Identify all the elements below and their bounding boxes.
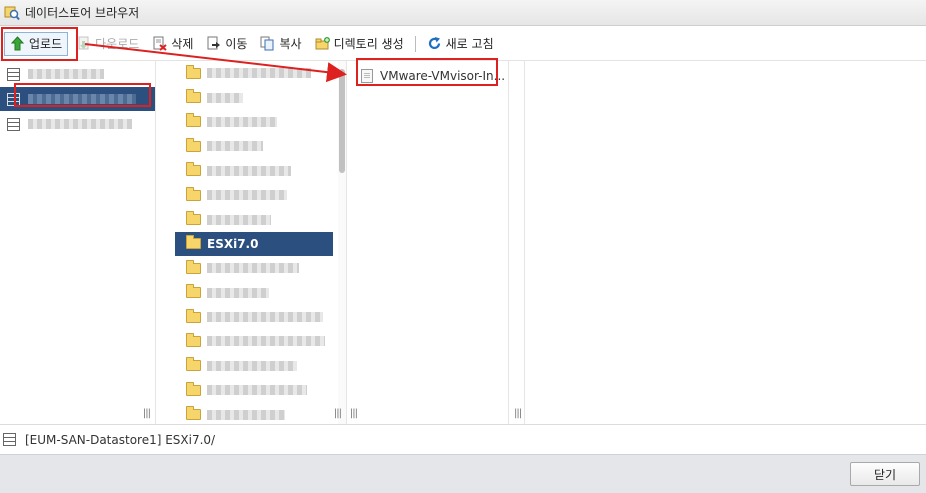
datastore-name-redacted bbox=[28, 94, 136, 104]
folder-icon bbox=[186, 235, 201, 250]
folder-icon bbox=[186, 211, 201, 226]
folder-icon bbox=[186, 284, 201, 299]
move-label: 이동 bbox=[225, 37, 248, 51]
folder-item[interactable] bbox=[175, 85, 333, 109]
folder-name-redacted bbox=[207, 116, 277, 127]
folder-item[interactable] bbox=[175, 110, 333, 134]
folder-name-redacted bbox=[207, 360, 297, 371]
upload-arrow-icon bbox=[10, 36, 25, 51]
folder-name-redacted bbox=[207, 68, 311, 79]
folder-list: ESXi7.0 bbox=[175, 61, 333, 424]
move-icon bbox=[206, 36, 221, 51]
folder-name-redacted bbox=[207, 312, 323, 323]
datastore-name-redacted bbox=[28, 119, 132, 129]
scrollbar-thumb[interactable] bbox=[339, 69, 345, 173]
folder-list-scrollbar[interactable] bbox=[338, 61, 346, 424]
status-bar: [EUM-SAN-Datastore1] ESXi7.0/ bbox=[0, 424, 926, 454]
delete-label: 삭제 bbox=[171, 37, 194, 51]
folder-item[interactable] bbox=[175, 354, 333, 378]
column-resize-grip[interactable]: ||| bbox=[334, 408, 342, 419]
download-button[interactable]: 다운로드 bbox=[71, 32, 144, 56]
refresh-icon bbox=[427, 36, 442, 51]
folder-icon bbox=[186, 259, 201, 274]
folder-name-redacted bbox=[207, 92, 243, 103]
folder-icon bbox=[186, 64, 201, 79]
download-icon bbox=[76, 36, 91, 51]
column-resize-grip[interactable]: ||| bbox=[350, 408, 358, 419]
copy-button[interactable]: 복사 bbox=[255, 32, 306, 56]
datastore-icon bbox=[7, 117, 20, 131]
folder-item[interactable] bbox=[175, 402, 333, 424]
folder-icon bbox=[186, 162, 201, 177]
dialog-footer: 닫기 bbox=[0, 454, 926, 493]
datastore-browser-icon bbox=[4, 5, 20, 21]
copy-icon bbox=[260, 36, 275, 51]
toolbar: 업로드 다운로드 삭제 이동 복사 디렉토리 생성 새로 고침 bbox=[0, 27, 926, 61]
folder-name-redacted bbox=[207, 385, 307, 396]
folder-item[interactable] bbox=[175, 183, 333, 207]
window-titlebar: 데이터스토어 브라우저 bbox=[0, 0, 926, 26]
folder-name-redacted bbox=[207, 214, 271, 225]
folder-name-redacted bbox=[207, 263, 299, 274]
folder-item[interactable] bbox=[175, 207, 333, 231]
folder-name-redacted bbox=[207, 287, 269, 298]
datastore-list: ||| bbox=[0, 61, 156, 424]
delete-button[interactable]: 삭제 bbox=[147, 32, 198, 56]
file-list-pane: VMware-VMvisor-In... ||| bbox=[348, 61, 509, 424]
column-resize-grip[interactable]: ||| bbox=[143, 408, 151, 419]
folder-item[interactable] bbox=[175, 378, 333, 402]
create-directory-button[interactable]: 디렉토리 생성 bbox=[310, 32, 409, 56]
datastore-name-redacted bbox=[28, 69, 104, 79]
refresh-label: 새로 고침 bbox=[445, 37, 494, 51]
upload-button[interactable]: 업로드 bbox=[4, 31, 69, 56]
download-label: 다운로드 bbox=[95, 37, 140, 51]
folder-icon bbox=[186, 113, 201, 128]
datastore-item[interactable] bbox=[0, 112, 155, 136]
folder-item[interactable] bbox=[175, 281, 333, 305]
datastore-icon bbox=[3, 433, 16, 446]
folder-icon bbox=[186, 137, 201, 152]
folder-item[interactable] bbox=[175, 61, 333, 85]
column-resize-grip[interactable]: ||| bbox=[514, 408, 522, 419]
datastore-item-selected[interactable] bbox=[0, 87, 155, 111]
datastore-icon bbox=[7, 92, 20, 106]
folder-icon bbox=[186, 406, 201, 421]
folder-icon bbox=[186, 381, 201, 396]
folder-icon bbox=[186, 89, 201, 104]
copy-label: 복사 bbox=[279, 37, 302, 51]
folder-icon bbox=[186, 332, 201, 347]
folder-item[interactable] bbox=[175, 134, 333, 158]
folder-name-redacted bbox=[207, 190, 287, 201]
folder-icon bbox=[186, 186, 201, 201]
file-name: VMware-VMvisor-In... bbox=[380, 69, 506, 83]
folder-item-selected[interactable]: ESXi7.0 bbox=[175, 231, 333, 257]
folder-name-redacted bbox=[207, 409, 285, 420]
folder-name-redacted bbox=[207, 141, 263, 152]
folder-item[interactable] bbox=[175, 159, 333, 183]
current-path: [EUM-SAN-Datastore1] ESXi7.0/ bbox=[25, 432, 216, 447]
folder-name: ESXi7.0 bbox=[207, 236, 259, 251]
folder-item[interactable] bbox=[175, 329, 333, 353]
folder-icon bbox=[186, 357, 201, 372]
folder-item[interactable] bbox=[175, 305, 333, 329]
datastore-item[interactable] bbox=[0, 62, 155, 86]
folder-name-redacted bbox=[207, 165, 291, 176]
folder-item[interactable] bbox=[175, 256, 333, 280]
empty-column-pane: ||| bbox=[510, 61, 525, 424]
file-item[interactable]: VMware-VMvisor-In... bbox=[358, 65, 505, 87]
delete-icon bbox=[152, 36, 167, 51]
upload-label: 업로드 bbox=[29, 37, 63, 51]
folder-list-pane: ESXi7.0 ||| bbox=[157, 61, 347, 424]
datastore-icon bbox=[7, 67, 20, 81]
file-icon bbox=[361, 69, 373, 83]
create-directory-label: 디렉토리 생성 bbox=[333, 37, 404, 51]
folder-name-redacted bbox=[207, 336, 325, 347]
refresh-button[interactable]: 새로 고침 bbox=[422, 32, 499, 56]
new-folder-icon bbox=[315, 36, 330, 51]
close-button[interactable]: 닫기 bbox=[850, 462, 920, 486]
move-button[interactable]: 이동 bbox=[201, 32, 252, 56]
folder-icon bbox=[186, 308, 201, 323]
toolbar-separator bbox=[414, 35, 416, 52]
window-title: 데이터스토어 브라우저 bbox=[25, 6, 140, 20]
